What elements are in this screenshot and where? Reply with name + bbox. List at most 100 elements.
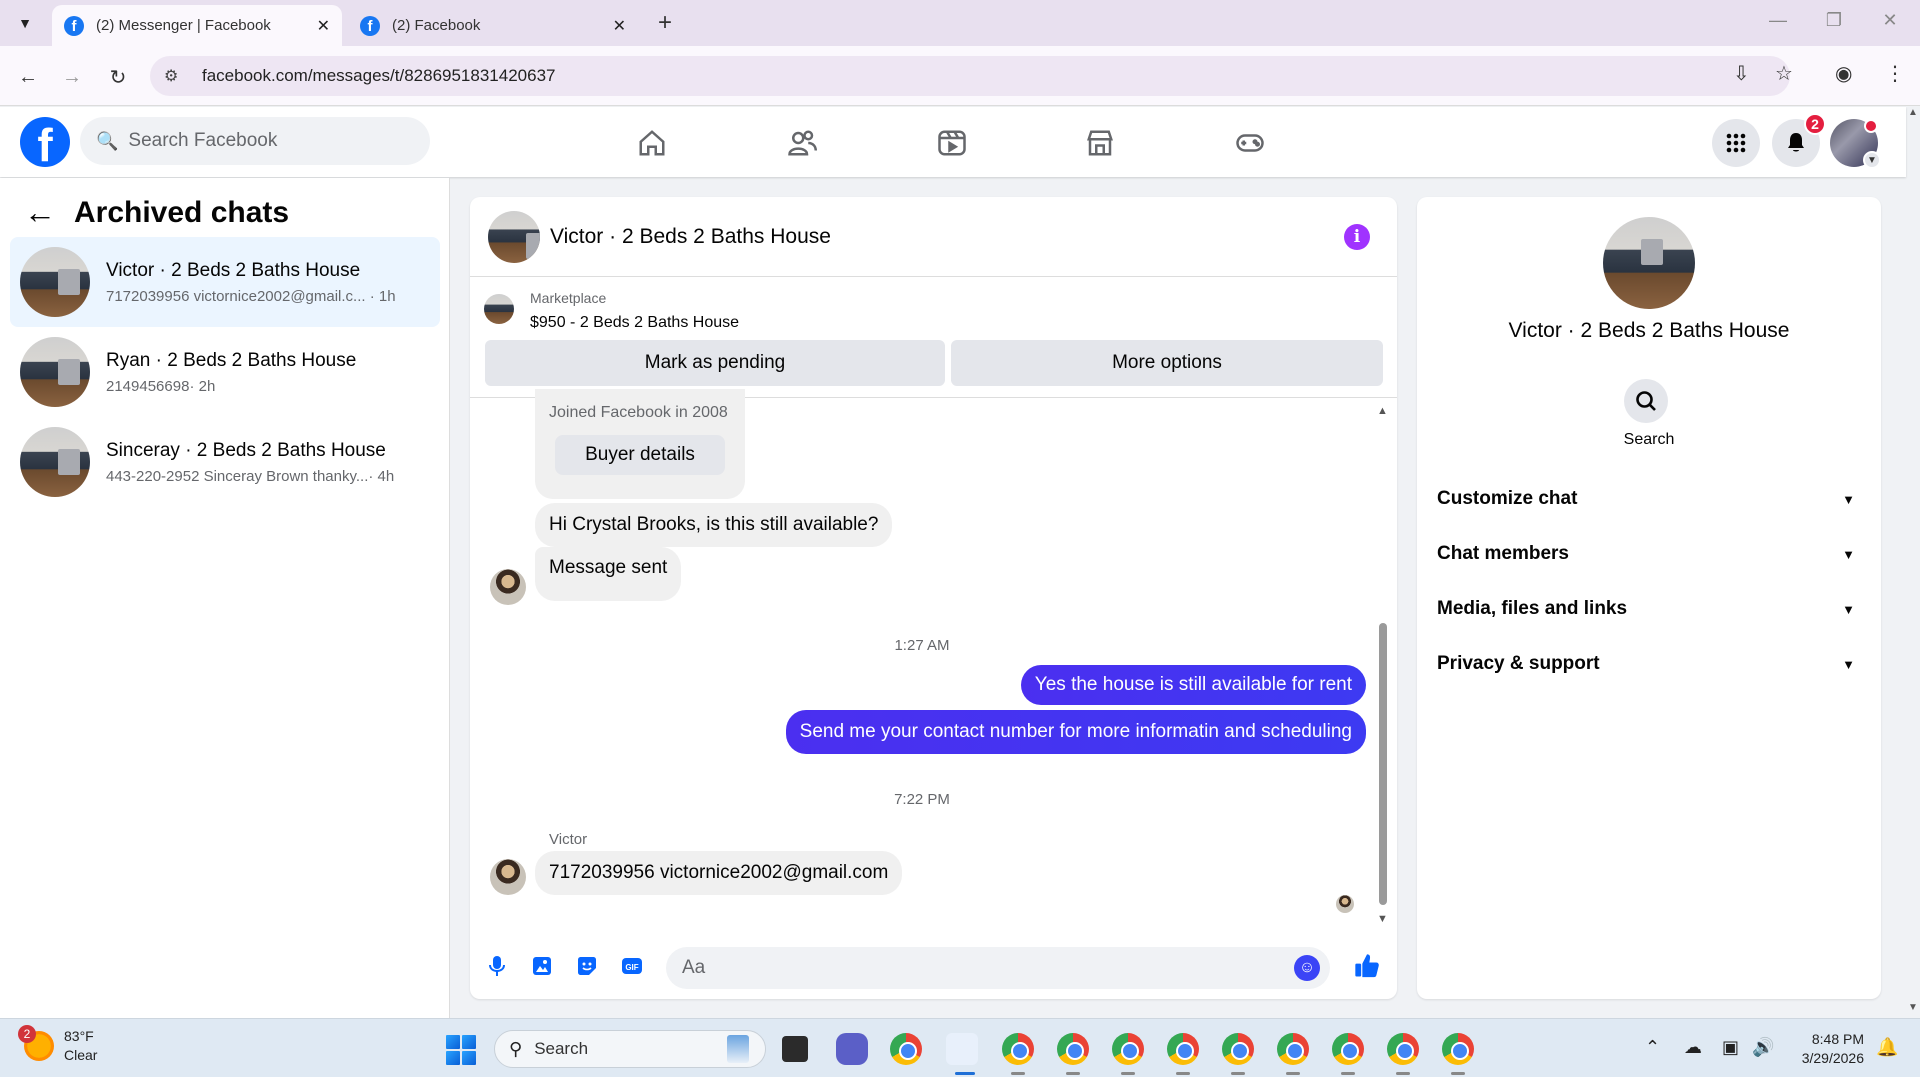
chevron-down-icon[interactable]: ▼ [1863, 151, 1881, 169]
menu-grid-icon[interactable] [1712, 119, 1760, 167]
page-scroll-up-icon[interactable]: ▲ [1906, 107, 1920, 118]
mark-as-pending-button[interactable]: Mark as pending [485, 340, 945, 386]
network-icon[interactable]: ▣ [1722, 1037, 1739, 1058]
new-tab-icon[interactable]: + [650, 8, 680, 38]
microphone-icon[interactable] [482, 951, 512, 981]
thumbs-up-icon[interactable] [1352, 951, 1382, 981]
sticker-icon[interactable] [572, 951, 602, 981]
sidebar-header: ← Archived chats [24, 194, 289, 231]
chat-title: Ryan · 2 Beds 2 Baths House [106, 349, 357, 371]
chrome-icon[interactable] [890, 1033, 922, 1065]
customize-chat-row[interactable]: Customize chat ▼ [1437, 477, 1861, 521]
chat-info-avatar[interactable] [1603, 217, 1695, 309]
conversation-title[interactable]: Victor · 2 Beds 2 Baths House [550, 225, 831, 249]
scroll-down-icon[interactable]: ▼ [1377, 913, 1388, 925]
message-input[interactable] [682, 957, 1262, 979]
chrome-profile-icon[interactable] [1222, 1033, 1254, 1065]
chrome-profile-icon[interactable] [1387, 1033, 1419, 1065]
close-tab-icon[interactable]: ✕ [317, 16, 330, 36]
tab-messenger[interactable]: f (2) Messenger | Facebook ✕ [52, 5, 342, 46]
privacy-support-row[interactable]: Privacy & support ▼ [1437, 642, 1861, 686]
chat-item-ryan[interactable]: Ryan · 2 Beds 2 Baths House 2149456698· … [10, 327, 440, 417]
scrollbar-thumb[interactable] [1379, 623, 1387, 905]
chrome-profile-icon[interactable] [1442, 1033, 1474, 1065]
tab-search-chevron-icon[interactable]: ▼ [8, 7, 42, 39]
chrome-profile-icon[interactable] [1332, 1033, 1364, 1065]
forward-arrow-icon[interactable]: → [56, 61, 88, 93]
media-files-links-row[interactable]: Media, files and links ▼ [1437, 587, 1861, 631]
sender-avatar[interactable] [490, 569, 526, 605]
chrome-profile-icon[interactable] [1002, 1033, 1034, 1065]
photo-icon[interactable] [527, 951, 557, 981]
chrome-profile-icon[interactable] [1112, 1033, 1144, 1065]
gif-icon[interactable]: GIF [617, 951, 647, 981]
more-options-button[interactable]: More options [951, 340, 1383, 386]
profile-icon[interactable]: ◉ [1835, 61, 1852, 86]
facebook-logo[interactable]: f [20, 117, 70, 167]
chat-item-sinceray[interactable]: Sinceray · 2 Beds 2 Baths House 443-220-… [10, 417, 440, 507]
buyer-details-button[interactable]: Buyer details [555, 435, 725, 475]
back-arrow-icon[interactable]: ← [24, 194, 56, 231]
message-bubble-incoming[interactable]: 7172039956 victornice2002@gmail.com [535, 851, 903, 895]
taskbar-search[interactable]: ⚲ Search [494, 1030, 766, 1068]
chevron-down-icon: ▼ [1842, 491, 1855, 507]
home-icon[interactable] [622, 121, 682, 165]
app-open-indicator [1066, 1072, 1080, 1075]
sender-name: Victor [549, 831, 588, 848]
weather-temperature: 83°F [64, 1028, 94, 1044]
friends-icon[interactable] [772, 121, 832, 165]
snipping-tool-icon[interactable] [946, 1033, 978, 1065]
tab-facebook[interactable]: f (2) Facebook ✕ [348, 5, 638, 46]
site-settings-icon[interactable]: ⚙ [164, 66, 190, 86]
notifications-bell-icon[interactable]: 2 [1772, 113, 1826, 167]
message-bubble-outgoing[interactable]: Yes the house is still available for ren… [1020, 665, 1366, 705]
restore-icon[interactable]: ❐ [1814, 10, 1854, 31]
taskbar-clock[interactable]: 8:48 PM 3/29/2026 [1790, 1030, 1864, 1068]
bookmark-star-icon[interactable]: ☆ [1775, 61, 1793, 86]
message-bubble-incoming[interactable]: Message sent [535, 547, 682, 601]
chrome-profile-icon[interactable] [1057, 1033, 1089, 1065]
minimize-icon[interactable]: — [1758, 10, 1798, 31]
install-app-icon[interactable]: ⇩ [1733, 61, 1750, 86]
facebook-top-nav: f 🔍 2 ▼ [0, 107, 1906, 177]
emoji-icon[interactable]: ☺ [1294, 955, 1320, 981]
page-scroll-down-icon[interactable]: ▼ [1906, 1002, 1920, 1013]
weather-widget[interactable]: 2 83°F Clear [18, 1025, 97, 1065]
browser-menu-icon[interactable]: ⋮ [1885, 61, 1905, 86]
message-bubble-incoming[interactable]: Hi Crystal Brooks, is this still availab… [535, 503, 893, 547]
chat-item-victor[interactable]: Victor · 2 Beds 2 Baths House 7172039956… [10, 237, 440, 327]
task-view-icon[interactable] [782, 1036, 808, 1062]
gaming-icon[interactable] [1220, 121, 1280, 165]
message-bubble-outgoing[interactable]: Send me your contact number for more inf… [785, 710, 1366, 754]
address-bar[interactable]: ⚙ facebook.com/messages/t/82869518314206… [150, 56, 1790, 96]
scroll-up-icon[interactable]: ▲ [1377, 405, 1388, 417]
conversation-avatar[interactable] [488, 210, 540, 263]
volume-icon[interactable]: 🔊 [1752, 1037, 1774, 1058]
taskbar-search-label: Search [534, 1039, 589, 1058]
teams-chat-icon[interactable] [836, 1033, 868, 1065]
tray-chevron-up-icon[interactable]: ⌃ [1645, 1037, 1660, 1058]
marketplace-icon[interactable] [1070, 121, 1130, 165]
info-icon[interactable]: i [1344, 224, 1370, 250]
close-tab-icon[interactable]: ✕ [613, 16, 626, 36]
message-scrollbar[interactable]: ▲ ▼ [1377, 405, 1389, 925]
video-icon[interactable] [922, 121, 982, 165]
chat-time: · 2h [189, 377, 216, 395]
facebook-search-input[interactable] [128, 130, 409, 152]
message-input-wrapper[interactable]: ☺ [666, 947, 1330, 989]
conversation-header: Victor · 2 Beds 2 Baths House i [470, 197, 1397, 277]
windows-start-icon[interactable] [446, 1035, 476, 1065]
chrome-profile-icon[interactable] [1167, 1033, 1199, 1065]
notification-bell-icon[interactable]: 🔔 [1876, 1037, 1898, 1058]
onedrive-off-icon[interactable]: ☁ [1684, 1037, 1702, 1058]
sender-avatar[interactable] [490, 859, 526, 895]
chrome-profile-icon[interactable] [1277, 1033, 1309, 1065]
reload-icon[interactable]: ↻ [102, 61, 134, 93]
chat-time: · 4h [368, 467, 395, 485]
facebook-search[interactable]: 🔍 [80, 117, 430, 165]
back-arrow-icon[interactable]: ← [12, 61, 44, 93]
chat-members-row[interactable]: Chat members ▼ [1437, 532, 1861, 576]
window-close-icon[interactable]: ✕ [1870, 10, 1910, 31]
listing-title[interactable]: $950 - 2 Beds 2 Baths House [530, 314, 739, 332]
search-in-chat-button[interactable] [1624, 379, 1668, 423]
